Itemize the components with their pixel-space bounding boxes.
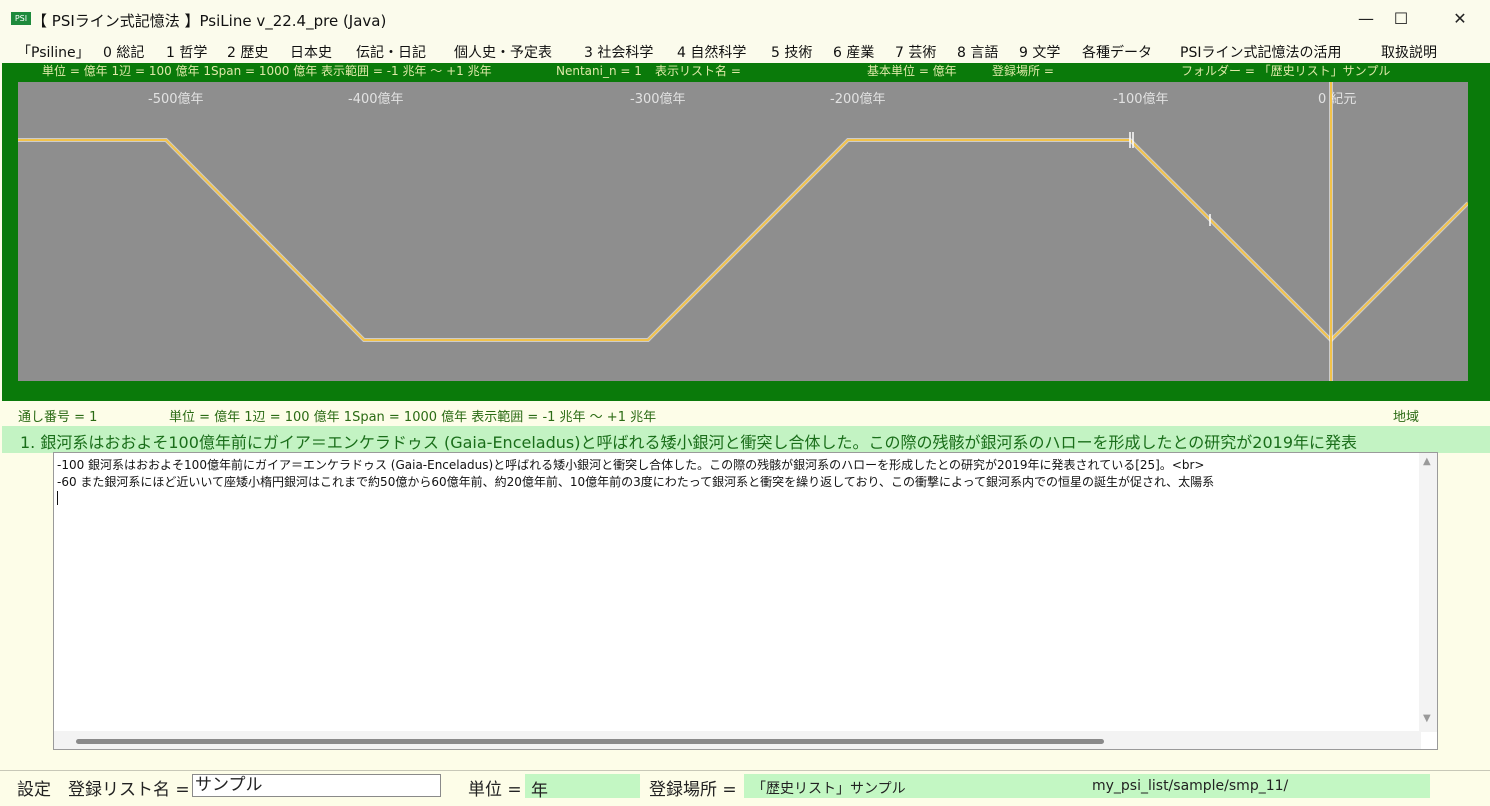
text-line: -60 また銀河系にほど近いいて座矮小楕円銀河はこれまで約50億から60億年前、… xyxy=(57,475,1215,489)
timeline-plot[interactable]: -500億年 -400億年 -300億年 -200億年 -100億年 0 紀元 xyxy=(18,82,1468,381)
event-text: 1. 銀河系はおおよそ100億年前にガイア＝エンケラドゥス (Gaia-Ence… xyxy=(20,433,1358,452)
menu-biography[interactable]: 伝記・日記 xyxy=(356,42,426,62)
menu-manual[interactable]: 取扱説明 xyxy=(1381,42,1437,62)
menu-bar: 「Psiline」 0 総記 1 哲学 2 歴史 日本史 伝記・日記 個人史・予… xyxy=(0,38,1490,63)
close-button[interactable]: ✕ xyxy=(1437,5,1483,33)
psi-timeline-shadow xyxy=(18,138,1468,343)
menu-history[interactable]: 2 歴史 xyxy=(227,42,268,62)
location-label: 登録場所 = xyxy=(649,780,737,800)
location-path: my_psi_list/sample/smp_11/ xyxy=(1092,778,1289,794)
scroll-down-icon[interactable]: ▼ xyxy=(1423,713,1431,724)
menu-technology[interactable]: 5 技術 xyxy=(771,42,812,62)
unit-value: 年 xyxy=(531,781,548,801)
title-bar: PSI 【 PSIライン式記憶法 】PsiLine v_22.4_pre (Ja… xyxy=(0,0,1490,38)
menu-personal-history[interactable]: 個人史・予定表 xyxy=(454,42,552,62)
menu-social-science[interactable]: 3 社会科学 xyxy=(584,42,653,62)
menu-psiline[interactable]: 「Psiline」 xyxy=(17,42,90,62)
info-folder: フォルダー = 「歴史リスト」サンプル xyxy=(1181,64,1391,78)
selected-event[interactable]: 1. 銀河系はおおよそ100億年前にガイア＝エンケラドゥス (Gaia-Ence… xyxy=(2,426,1490,453)
menu-language[interactable]: 8 言語 xyxy=(957,42,998,62)
timeline-svg xyxy=(18,82,1468,381)
menu-philosophy[interactable]: 1 哲学 xyxy=(166,42,207,62)
region-label: 地域 xyxy=(1393,410,1420,425)
vertical-scrollbar[interactable]: ▲ ▼ xyxy=(1419,453,1437,732)
info-list-name: 表示リスト名 = xyxy=(655,64,741,78)
info-units: 単位 = 億年 1辺 = 100 億年 1Span = 1000 億年 表示範囲… xyxy=(42,64,492,78)
menu-usage[interactable]: PSIライン式記憶法の活用 xyxy=(1180,42,1341,62)
info-nentani: Nentani_n = 1 xyxy=(556,64,642,78)
text-line: -100 銀河系はおおよそ100億年前にガイア＝エンケラドゥス (Gaia-En… xyxy=(57,458,1205,472)
menu-japanese-history[interactable]: 日本史 xyxy=(290,42,332,62)
unit-field[interactable]: 年 xyxy=(525,774,640,801)
location-value: 「歴史リスト」サンプル xyxy=(752,781,906,797)
menu-literature[interactable]: 9 文学 xyxy=(1019,42,1060,62)
window-title: 【 PSIライン式記憶法 】PsiLine v_22.4_pre (Java) xyxy=(32,12,387,30)
menu-data[interactable]: 各種データ xyxy=(1082,42,1152,62)
status-units: 単位 = 億年 1辺 = 100 億年 1Span = 1000 億年 表示範囲… xyxy=(169,410,657,425)
menu-arts[interactable]: 7 芸術 xyxy=(895,42,936,62)
settings-button[interactable]: 設定 xyxy=(17,775,51,800)
scroll-up-icon[interactable]: ▲ xyxy=(1423,456,1431,467)
maximize-button[interactable]: ☐ xyxy=(1378,5,1424,33)
list-name-input[interactable]: サンプル xyxy=(192,774,441,797)
event-text-area[interactable]: -100 銀河系はおおよそ100億年前にガイア＝エンケラドゥス (Gaia-En… xyxy=(53,452,1438,750)
list-name-label: 登録リスト名 = xyxy=(68,780,190,800)
app-icon: PSI xyxy=(11,12,31,25)
menu-natural-science[interactable]: 4 自然科学 xyxy=(677,42,746,62)
info-base-unit: 基本単位 = 億年 xyxy=(867,64,957,78)
menu-general[interactable]: 0 総記 xyxy=(103,42,144,62)
horizontal-scroll-thumb[interactable] xyxy=(76,739,1104,744)
text-caret xyxy=(57,491,58,505)
serial-number: 通し番号 = 1 xyxy=(18,410,98,425)
menu-industry[interactable]: 6 産業 xyxy=(833,42,874,62)
info-location: 登録場所 = xyxy=(992,64,1054,78)
horizontal-scrollbar[interactable] xyxy=(54,731,1421,749)
unit-label: 単位 = xyxy=(468,780,522,800)
psi-timeline xyxy=(18,139,1468,342)
location-field[interactable]: 「歴史リスト」サンプル my_psi_list/sample/smp_11/ xyxy=(744,774,1430,798)
